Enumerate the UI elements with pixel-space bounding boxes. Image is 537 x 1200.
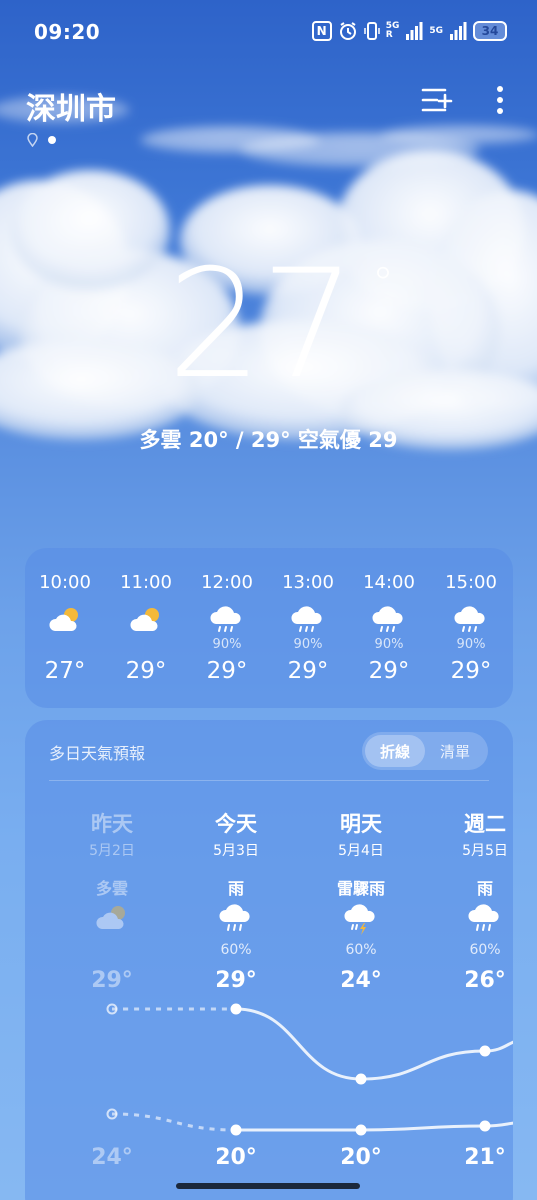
- header-actions: [421, 86, 503, 118]
- rain-icon: [468, 904, 499, 931]
- divider: [49, 780, 489, 781]
- status-icons: N 5G R 5G 34: [311, 20, 507, 42]
- hour-temp: 29°: [368, 658, 410, 684]
- partly-cloudy-icon: [49, 608, 78, 631]
- high-temp-point: [230, 1003, 242, 1015]
- rain-icon: [372, 606, 403, 632]
- status-bar: 09:20 N 5G R 5G 34: [0, 0, 537, 64]
- day-high-temp: 29°: [215, 968, 257, 993]
- low-temp-point: [230, 1124, 242, 1136]
- hour-temp: 29°: [450, 658, 492, 684]
- hour-time: 11:00: [120, 572, 172, 593]
- day-date: 5月3日: [213, 843, 259, 859]
- manage-cities-icon[interactable]: [421, 87, 453, 117]
- day-precip: 60%: [469, 942, 501, 958]
- more-options-icon[interactable]: [497, 86, 503, 118]
- daily-forecast-card[interactable]: 多日天氣預報 折線 清單 昨天 5月2日 多雲 29° 24° 今天 5月3日 …: [25, 720, 513, 1200]
- status-time: 09:20: [34, 20, 101, 44]
- day-date: 5月4日: [338, 843, 384, 859]
- day-name: 今天: [215, 812, 257, 836]
- current-temperature: 27: [167, 238, 356, 412]
- home-indicator: [176, 1183, 360, 1189]
- partly-cloudy-icon: [130, 608, 159, 631]
- day-name: 昨天: [91, 812, 133, 836]
- day-high-temp: 26°: [464, 968, 506, 993]
- low-temp-point: [106, 1108, 118, 1120]
- page-dot-active: [48, 136, 56, 144]
- degree-symbol: °: [372, 258, 394, 309]
- day-date: 5月2日: [89, 843, 135, 859]
- low-temp-point: [479, 1120, 491, 1132]
- day-low-temp: 21°: [464, 1145, 506, 1170]
- high-temp-line: [235, 1007, 513, 1081]
- rain-icon: [210, 606, 241, 632]
- day-condition: 雨: [227, 879, 244, 898]
- hour-precip: 90%: [456, 637, 486, 652]
- day-name: 明天: [340, 812, 382, 836]
- hour-temp: 29°: [125, 658, 167, 684]
- rain-icon: [454, 606, 485, 632]
- hour-precip: 90%: [374, 637, 404, 652]
- city-name[interactable]: 深圳市: [26, 84, 116, 128]
- day-condition: 雨: [476, 879, 493, 898]
- day-condition: 多雲: [95, 879, 128, 898]
- hourly-forecast-card[interactable]: 10:00 27° 11:00 29° 12:00 90% 29° 13:00 …: [25, 548, 513, 708]
- day-high-temp: 24°: [340, 968, 382, 993]
- day-condition: 雷驟雨: [336, 879, 385, 898]
- day-high-temp: 29°: [91, 968, 133, 993]
- hour-time: 13:00: [282, 572, 334, 593]
- hour-time: 14:00: [363, 572, 415, 593]
- location-pin-icon: [27, 133, 38, 147]
- low-temp-line-past: [111, 1112, 237, 1132]
- low-temp-point: [355, 1124, 367, 1136]
- high-temp-point: [106, 1003, 118, 1015]
- toggle-list-view[interactable]: 清單: [425, 735, 485, 767]
- vibrate-icon: [363, 20, 380, 42]
- weather-summary: 多雲 20° / 29° 空氣優 29: [139, 428, 398, 452]
- hour-temp: 29°: [206, 658, 248, 684]
- day-name: 週二: [464, 812, 506, 836]
- high-temp-point: [355, 1073, 367, 1085]
- battery-icon: 34: [473, 21, 507, 41]
- temperature-curve: [106, 1003, 513, 1136]
- low-temp-line: [236, 1121, 513, 1132]
- nfc-icon: N: [311, 21, 332, 41]
- hour-temp: 29°: [287, 658, 329, 684]
- hour-precip: 90%: [212, 637, 242, 652]
- hour-time: 15:00: [445, 572, 497, 593]
- rain-icon: [291, 606, 322, 632]
- signal-bars-icon-2: [449, 20, 467, 42]
- rain-icon: [219, 904, 250, 931]
- partly-cloudy-icon: [96, 906, 125, 929]
- daily-forecast-title: 多日天氣預報: [49, 744, 146, 763]
- day-date: 5月5日: [462, 843, 508, 859]
- view-toggle[interactable]: 折線 清單: [362, 732, 488, 770]
- toggle-line-view[interactable]: 折線: [365, 735, 425, 767]
- day-low-temp: 24°: [91, 1145, 133, 1170]
- day-precip: 60%: [220, 942, 252, 958]
- hour-temp: 27°: [44, 658, 86, 684]
- alarm-icon: [338, 20, 358, 42]
- signal-icon-2: 5G: [429, 25, 443, 36]
- page-indicator: [27, 133, 56, 147]
- hour-time: 10:00: [39, 572, 91, 593]
- signal-bars-icon-1: [405, 20, 423, 42]
- high-temp-point: [479, 1045, 491, 1057]
- hour-time: 12:00: [201, 572, 253, 593]
- day-precip: 60%: [345, 942, 377, 958]
- signal-icon-1: 5G R: [385, 21, 400, 40]
- hour-precip: 90%: [293, 637, 323, 652]
- thunderstorm-icon: [344, 904, 375, 935]
- day-low-temp: 20°: [340, 1145, 382, 1170]
- day-low-temp: 20°: [215, 1145, 257, 1170]
